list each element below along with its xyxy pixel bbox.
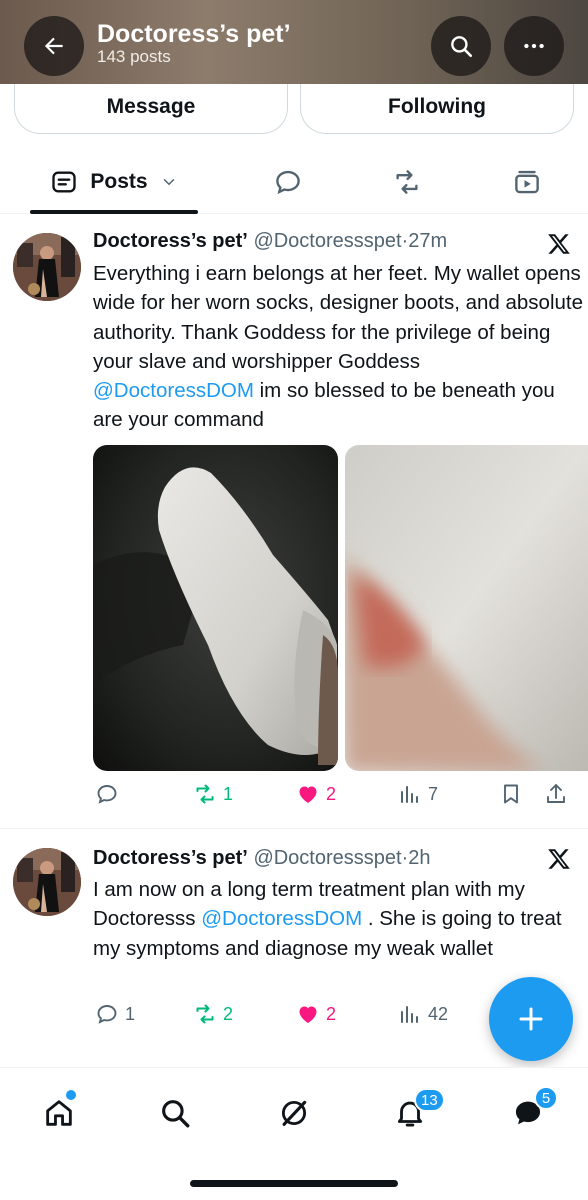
post-author[interactable]: Doctoress’s pet’ [93,847,248,869]
search-button[interactable] [431,16,491,76]
view-count: 42 [428,1003,449,1024]
post-author-line: Doctoress’s pet’ @Doctoressspet·27m [93,230,447,253]
avatar-image [13,848,81,916]
post-text: Everything i earn belongs at her feet. M… [93,259,583,435]
avatar[interactable] [13,848,81,916]
view-count: 7 [428,783,439,804]
post-text: I am now on a long term treatment plan w… [93,875,583,963]
views-button[interactable]: 42 [398,1002,448,1026]
mention-link[interactable]: @DoctoressDOM [201,907,362,930]
compose-post-button[interactable] [489,977,573,1061]
plus-icon [519,1007,543,1031]
posts-icon [52,171,77,193]
search-icon [162,1100,190,1128]
message-button[interactable]: Message [14,84,288,134]
post-image-sock[interactable] [93,445,338,771]
post-time: 2h [408,847,431,869]
post-time: 27m [408,230,448,252]
post-count: 143 posts [97,47,171,66]
like-button[interactable]: 2 [296,782,336,806]
tab-reposts[interactable] [377,152,437,212]
messages-badge: 5 [534,1086,558,1110]
repost-button[interactable]: 1 [193,782,233,806]
mention-link[interactable]: @DoctoressDOM [93,379,254,402]
notifications-badge: 13 [414,1088,445,1112]
repost-count: 2 [223,1003,234,1024]
post-image-blurred[interactable] [345,445,588,771]
grok-icon [281,1100,307,1126]
profile-tabs: Posts [0,152,588,214]
avatar-image [13,233,81,301]
repost-count: 1 [223,783,234,804]
home-unread-dot [66,1090,76,1100]
more-button[interactable] [504,16,564,76]
reply-icon [97,1005,117,1024]
post-item[interactable]: Doctoress’s pet’ @Doctoressspet·27m Ever… [0,215,588,829]
video-icon [515,170,539,194]
post-text-part: Everything i earn belongs at her feet. M… [93,262,583,373]
chevron-down-icon[interactable] [160,173,178,191]
analytics-icon [401,786,418,803]
nav-search[interactable] [155,1093,195,1133]
active-tab-indicator [30,210,198,214]
repost-icon [396,170,418,194]
like-count: 2 [326,1003,337,1024]
profile-header: Doctoress’s pet’ 143 posts [0,0,588,84]
following-button[interactable]: Following [300,84,574,134]
heart-filled-icon [299,1006,317,1023]
post-author-line: Doctoress’s pet’ @Doctoressspet·2h [93,847,431,870]
tab-videos[interactable] [497,152,557,212]
share-button[interactable] [544,782,568,806]
profile-name: Doctoress’s pet’ [97,20,291,48]
analytics-icon [401,1006,418,1023]
arrow-left-icon [44,37,63,55]
bookmark-button[interactable] [499,782,523,806]
search-icon [451,36,473,58]
repost-button[interactable]: 2 [193,1002,233,1026]
x-logo-icon[interactable] [546,231,572,257]
reply-button[interactable]: 1 [95,1002,135,1026]
post-actions: 1 2 7 [0,782,588,812]
avatar[interactable] [13,233,81,301]
post-author[interactable]: Doctoress’s pet’ [93,230,248,252]
repost-icon [196,1004,214,1024]
more-horizontal-icon [524,43,544,49]
heart-filled-icon [299,786,317,803]
reply-button[interactable] [95,782,125,806]
post-handle[interactable]: @Doctoressspet [253,847,401,869]
repost-icon [196,784,214,804]
home-icon [46,1100,72,1126]
views-button[interactable]: 7 [398,782,438,806]
like-count: 2 [326,783,337,804]
post-handle[interactable]: @Doctoressspet [253,230,401,252]
back-button[interactable] [24,16,84,76]
reply-icon [276,170,300,195]
bookmark-icon [504,784,518,804]
blurred-photo [345,445,588,771]
share-icon [547,784,565,803]
tab-posts[interactable]: Posts [30,152,198,212]
reply-icon [97,785,117,804]
nav-grok[interactable] [274,1093,314,1133]
x-logo-icon[interactable] [546,846,572,872]
like-button[interactable]: 2 [296,1002,336,1026]
tab-replies[interactable] [258,152,318,212]
sock-photo [93,445,338,771]
tab-posts-label: Posts [90,170,148,193]
reply-count: 1 [125,1003,136,1024]
home-indicator [190,1180,398,1187]
